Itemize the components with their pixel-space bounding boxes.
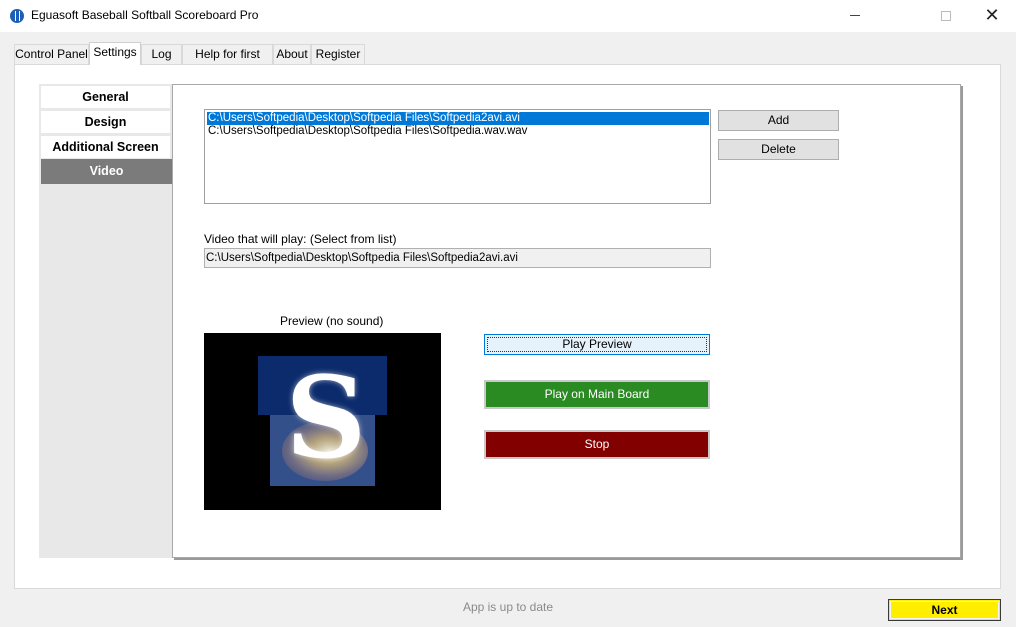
add-button[interactable]: Add <box>718 110 839 131</box>
delete-button[interactable]: Delete <box>718 139 839 160</box>
close-button[interactable]: ✕ <box>969 0 1015 31</box>
sidebar-item-general[interactable]: General <box>41 86 170 108</box>
next-button[interactable]: Next <box>888 599 1001 621</box>
video-to-play-label: Video that will play: (Select from list) <box>204 232 397 246</box>
video-file-list[interactable]: C:\Users\Softpedia\Desktop\Softpedia Fil… <box>204 109 711 204</box>
stop-button[interactable]: Stop <box>484 430 710 459</box>
title-bar: Eguasoft Baseball Softball Scoreboard Pr… <box>0 0 1016 32</box>
play-on-main-board-button[interactable]: Play on Main Board <box>484 380 710 409</box>
minimize-icon <box>850 15 860 16</box>
tab-help[interactable]: Help for first step <box>182 44 273 80</box>
maximize-icon <box>941 10 951 21</box>
tab-settings[interactable]: Settings <box>89 42 141 65</box>
list-item[interactable]: C:\Users\Softpedia\Desktop\Softpedia Fil… <box>207 112 709 125</box>
list-item[interactable]: C:\Users\Softpedia\Desktop\Softpedia Fil… <box>207 125 709 138</box>
maximize-button[interactable] <box>923 0 969 31</box>
video-to-play-field: C:\Users\Softpedia\Desktop\Softpedia Fil… <box>204 248 711 268</box>
close-icon: ✕ <box>984 4 1000 26</box>
preview-logo-letter: S <box>285 353 367 484</box>
sidebar-item-video[interactable]: Video <box>41 159 172 184</box>
window-title: Eguasoft Baseball Softball Scoreboard Pr… <box>31 8 259 22</box>
minimize-button[interactable] <box>832 0 878 31</box>
sidebar-item-design[interactable]: Design <box>41 111 170 133</box>
tab-about[interactable]: About <box>273 44 311 64</box>
preview-label: Preview (no sound) <box>280 314 384 328</box>
tab-control-panel[interactable]: Control Panel <box>14 44 89 64</box>
video-preview: S <box>204 333 441 510</box>
sidebar-item-additional-screen[interactable]: Additional Screen <box>41 136 170 158</box>
settings-sidebar: General Design Additional Screen Video <box>39 84 172 558</box>
status-text: App is up to date <box>462 600 554 614</box>
tab-register[interactable]: Register <box>311 44 365 64</box>
tab-log[interactable]: Log <box>141 44 182 64</box>
baseball-app-icon <box>10 9 24 23</box>
play-preview-button[interactable]: Play Preview <box>484 334 710 355</box>
